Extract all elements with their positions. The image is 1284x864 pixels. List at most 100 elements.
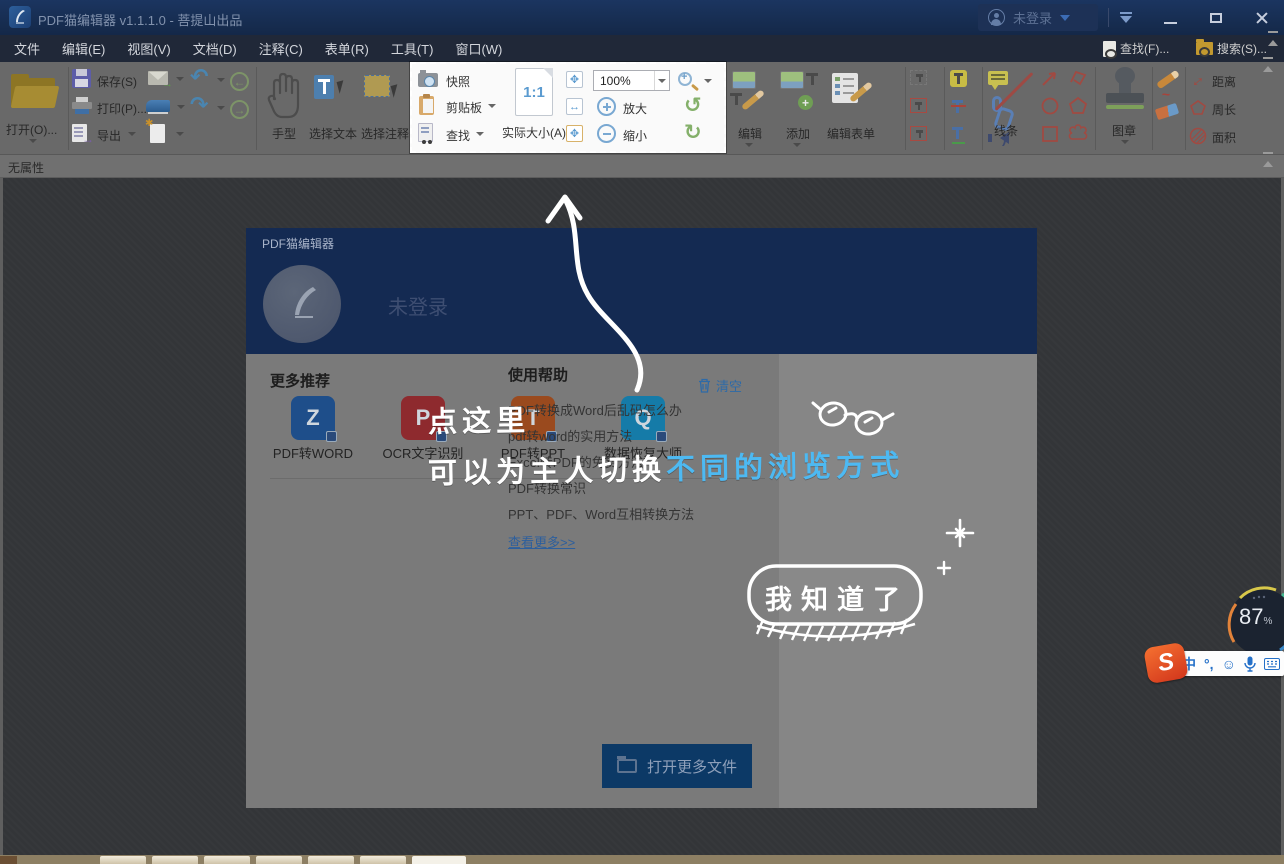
magnifier-icon: [678, 72, 692, 86]
tutorial-confirm-button[interactable]: 我知道了: [735, 556, 945, 648]
text-field-tool-button[interactable]: [910, 70, 927, 85]
fit-page-button[interactable]: ✥: [566, 71, 583, 88]
os-taskbar[interactable]: [0, 855, 1284, 864]
sogou-letter: S: [1156, 648, 1177, 678]
open-label: 打开(O)...: [6, 121, 57, 138]
minimize-button[interactable]: [1148, 0, 1192, 35]
sogou-ime-logo[interactable]: S: [1143, 642, 1189, 684]
strikethrough-text-button[interactable]: [950, 98, 967, 115]
clear-button[interactable]: 清空: [698, 376, 742, 395]
see-more-link[interactable]: 查看更多>>: [508, 532, 575, 551]
property-bar-collapse-button[interactable]: [1263, 161, 1273, 167]
close-button[interactable]: [1240, 0, 1284, 35]
select-text-button[interactable]: 选择文本: [308, 67, 360, 152]
search-menu-button[interactable]: 搜索(S)...: [1196, 35, 1267, 62]
magnifier-dropdown-icon[interactable]: [704, 79, 712, 83]
export-dropdown-icon[interactable]: [128, 132, 136, 136]
new-doc-dropdown-icon[interactable]: [176, 132, 184, 136]
zoom-level-select[interactable]: 100%: [593, 70, 670, 91]
eraser-tool-button[interactable]: [1155, 103, 1179, 120]
polyline-shape-button[interactable]: [1068, 68, 1088, 88]
clipboard-dropdown-icon[interactable]: [488, 104, 496, 108]
rotate-right-button[interactable]: ↻: [684, 122, 702, 143]
fit-visible-button[interactable]: ✥: [566, 125, 583, 142]
edit-form-button[interactable]: 编辑表单: [824, 67, 880, 152]
menubar-collapse-button[interactable]: [1268, 40, 1278, 46]
text-box-tool-button[interactable]: [910, 98, 927, 113]
menu-view[interactable]: 视图(V): [127, 39, 184, 58]
hand-tool-button[interactable]: 手型: [262, 67, 306, 152]
tutorial-hint-line2: 可以为主人切换不同的浏览方式: [428, 442, 905, 492]
rotate-left-button[interactable]: ↺: [684, 95, 702, 116]
next-view-button[interactable]: →: [230, 100, 249, 119]
add-content-button[interactable]: + 添加: [776, 67, 822, 152]
menu-edit[interactable]: 编辑(E): [62, 39, 119, 58]
taskbar-button[interactable]: [308, 856, 354, 864]
pencil-tool-button[interactable]: [1156, 70, 1180, 89]
add-plus-icon: +: [798, 95, 813, 110]
callout-tool-button[interactable]: [910, 126, 927, 141]
highlight-text-button[interactable]: [950, 70, 967, 87]
scan-dropdown-icon[interactable]: [177, 105, 185, 109]
stamp-button[interactable]: 图章: [1098, 62, 1152, 155]
menu-file[interactable]: 文件: [14, 39, 54, 58]
find-label: 查找: [446, 127, 470, 144]
app-pdf2word[interactable]: Z: [291, 396, 335, 440]
previous-view-button[interactable]: ←: [230, 72, 249, 91]
ime-mic-icon[interactable]: [1244, 656, 1256, 672]
open-dropdown-icon[interactable]: [29, 139, 37, 143]
find-dropdown-icon[interactable]: [476, 132, 484, 136]
find-menu-label: 查找(F)...: [1120, 40, 1169, 57]
ime-toolbar[interactable]: 中 °, ☺: [1178, 651, 1284, 676]
snapshot-camera-icon: [418, 73, 438, 87]
menu-tools[interactable]: 工具(T): [391, 39, 448, 58]
maximize-button[interactable]: [1194, 0, 1238, 35]
undo-dropdown-icon[interactable]: [217, 78, 225, 82]
add-dropdown-icon[interactable]: [793, 143, 801, 147]
menu-window[interactable]: 窗口(W): [455, 39, 516, 58]
perimeter-tool-button[interactable]: 周长: [1188, 98, 1208, 123]
hand-icon: [266, 69, 302, 121]
circle-shape-button[interactable]: [1040, 96, 1060, 116]
stamp-dropdown-icon[interactable]: [1121, 140, 1129, 144]
taskbar-button[interactable]: [100, 856, 146, 864]
open-button[interactable]: 打开(O)...: [0, 62, 68, 155]
fit-width-button[interactable]: ↔: [566, 98, 583, 115]
export-label: 导出: [97, 127, 121, 144]
zoom-out-label: 缩小: [623, 127, 647, 144]
underline-text-button[interactable]: [950, 126, 967, 143]
user-login-widget[interactable]: 未登录: [978, 4, 1098, 31]
taskbar-start-fragment[interactable]: [0, 856, 17, 864]
taskbar-button-active[interactable]: [412, 856, 466, 864]
login-dropdown-icon[interactable]: [1060, 15, 1070, 21]
ime-punctuation-mode[interactable]: °,: [1204, 656, 1214, 672]
ime-emoji-icon[interactable]: ☺: [1222, 656, 1236, 672]
taskbar-button[interactable]: [360, 856, 406, 864]
collapse-icon: [1120, 16, 1132, 23]
mail-dropdown-icon[interactable]: [176, 77, 184, 81]
select-text-icon: [314, 75, 334, 99]
help-link-5[interactable]: PPT、PDF、Word互相转换方法: [508, 504, 694, 523]
select-comment-button[interactable]: 选择注释: [360, 67, 412, 152]
redo-dropdown-icon[interactable]: [217, 106, 225, 110]
toolbar-collapse-button[interactable]: [1263, 66, 1273, 72]
edit-content-button[interactable]: 编辑: [728, 67, 774, 152]
line-tool-button[interactable]: 线条: [984, 62, 1044, 155]
area-tool-button[interactable]: 面积: [1188, 126, 1208, 151]
cloud-shape-button[interactable]: [1068, 124, 1088, 144]
rectangle-shape-button[interactable]: [1040, 124, 1060, 144]
arrow-shape-button[interactable]: [1040, 68, 1060, 88]
menu-comment[interactable]: 注释(C): [259, 39, 317, 58]
edit-dropdown-icon[interactable]: [745, 143, 753, 147]
ribbon-collapse-button[interactable]: [1104, 0, 1148, 35]
ime-keyboard-icon[interactable]: [1264, 658, 1280, 670]
polygon-shape-button[interactable]: [1068, 96, 1088, 116]
menu-form[interactable]: 表单(R): [325, 39, 383, 58]
taskbar-button[interactable]: [256, 856, 302, 864]
open-more-files-button[interactable]: 打开更多文件: [602, 744, 752, 788]
taskbar-button[interactable]: [204, 856, 250, 864]
find-menu-button[interactable]: 查找(F)...: [1103, 35, 1169, 62]
taskbar-button[interactable]: [152, 856, 198, 864]
welcome-avatar[interactable]: [263, 265, 341, 343]
menu-document[interactable]: 文档(D): [193, 39, 251, 58]
